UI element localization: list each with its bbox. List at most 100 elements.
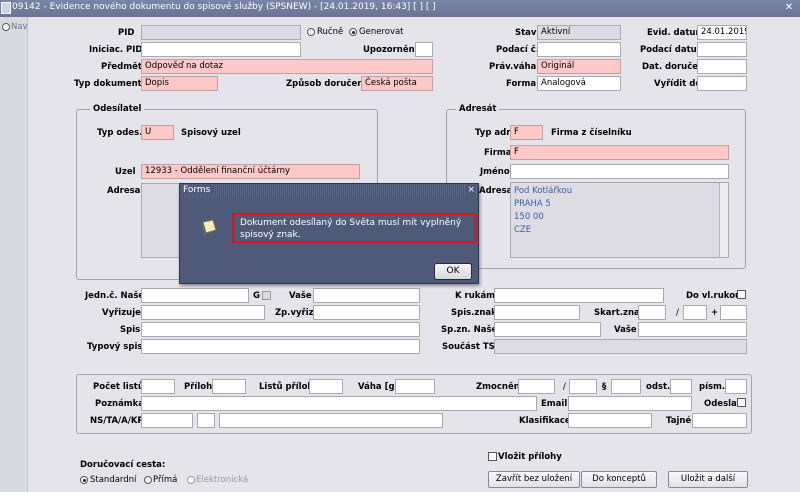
odeslat-checkbox[interactable] xyxy=(737,398,746,407)
pism-field[interactable] xyxy=(725,379,747,394)
zmocneni-field[interactable] xyxy=(518,379,555,394)
g-label: G xyxy=(253,291,260,301)
spis-znak-field[interactable] xyxy=(494,305,580,320)
g-checkbox[interactable] xyxy=(262,291,271,300)
nav-strip: Nav xyxy=(0,17,28,492)
sp-zn-vase-field[interactable] xyxy=(638,322,747,337)
paragraph-field[interactable] xyxy=(611,379,641,394)
poznamka-field[interactable] xyxy=(141,396,537,411)
priloh-field[interactable] xyxy=(212,379,246,394)
ta-field[interactable] xyxy=(197,413,215,428)
do-konceptu-button[interactable]: Do konceptů xyxy=(581,471,657,488)
standardni-radio[interactable] xyxy=(80,476,88,484)
stav-label: Stav xyxy=(515,28,537,38)
typ-dokumentu-field[interactable]: Dopis xyxy=(141,76,218,91)
evid-datum-field[interactable]: 24.01.2019 xyxy=(697,25,747,40)
app-icon xyxy=(1,2,11,14)
a-kp-field[interactable] xyxy=(219,413,443,428)
vyrizuje-field[interactable] xyxy=(141,305,265,320)
podaci-datum-label: Podací datum xyxy=(640,45,706,55)
rucne-label: Ručně xyxy=(317,27,344,37)
podaci-datum-field[interactable] xyxy=(697,42,747,57)
vyridit-do-field[interactable] xyxy=(697,76,747,91)
odesilatel-adresa-label: Adresa xyxy=(107,186,141,196)
sp-zn-vase-label: Vaše xyxy=(614,325,637,335)
skart-lhuta-field[interactable] xyxy=(683,305,707,320)
k-rukam-field[interactable] xyxy=(494,288,664,303)
firma-field[interactable]: F xyxy=(510,145,729,160)
skart-znak-field[interactable] xyxy=(638,305,666,320)
nav-label[interactable]: Nav xyxy=(11,22,28,32)
uzel-field[interactable]: 12933 - Oddělení finanční účtárny xyxy=(141,164,360,179)
dat-doruceni-field[interactable] xyxy=(697,59,747,74)
evid-datum-label: Evid. datum xyxy=(647,28,705,38)
generovat-radio[interactable] xyxy=(349,28,357,36)
window-close-button[interactable]: ✕ xyxy=(782,1,796,14)
upozorneni-field[interactable] xyxy=(415,42,433,57)
vyridit-do-label: Vyřídit do xyxy=(654,79,702,89)
sp-zn-nase-field[interactable] xyxy=(494,322,601,337)
zmocneni-rok-field[interactable] xyxy=(569,379,597,394)
adresat-adresa-label: Adresa xyxy=(479,186,513,196)
klasifikace-field[interactable] xyxy=(568,413,652,428)
vlozit-prilohy-label: Vložit přílohy xyxy=(498,452,562,462)
adresa-line: 150 00 xyxy=(514,212,544,222)
vlozit-prilohy-checkbox[interactable] xyxy=(488,452,497,461)
stav-field[interactable]: Aktivní xyxy=(537,25,621,40)
zp-vyriz-field[interactable] xyxy=(313,305,420,320)
vase-field[interactable] xyxy=(313,288,420,303)
rucne-radio[interactable] xyxy=(307,28,315,36)
dialog-close-button[interactable]: × xyxy=(466,184,476,197)
ns-field[interactable] xyxy=(141,413,193,428)
zmocneni-slash: / xyxy=(563,382,566,392)
listu-priloh-field[interactable] xyxy=(309,379,343,394)
zpusob-doruceni-field[interactable]: Česká pošta xyxy=(361,76,433,91)
zpusob-doruceni-label: Způsob doručení xyxy=(286,79,367,89)
pocet-listu-field[interactable] xyxy=(141,379,175,394)
odst-label: odst. xyxy=(646,382,671,392)
skart-slash: / xyxy=(676,308,679,318)
soucast-ts-field[interactable] xyxy=(494,339,747,354)
zp-vyriz-label: Zp.vyřiz. xyxy=(275,308,317,318)
prima-label: Přímá xyxy=(153,475,178,485)
skart-plus-field[interactable] xyxy=(720,305,747,320)
listu-priloh-label: Listů příloh xyxy=(259,382,314,392)
nav-radio[interactable] xyxy=(2,23,10,31)
iniciac-pid-field[interactable] xyxy=(141,42,301,57)
forms-dialog: Forms × Dokument odesílaný do Světa musí… xyxy=(179,183,479,284)
zavrit-bez-ulozeni-button[interactable]: Zavřít bez uložení xyxy=(488,471,580,488)
prima-radio[interactable] xyxy=(144,476,152,484)
vaha-field[interactable] xyxy=(395,379,435,394)
odeslat-label: Odeslat xyxy=(704,399,741,409)
do-vl-rukou-checkbox[interactable] xyxy=(737,290,746,299)
spis-field[interactable] xyxy=(141,322,420,337)
podaci-c-label: Podací č. xyxy=(496,45,540,55)
elektronicka-radio[interactable] xyxy=(187,476,195,484)
email-field[interactable] xyxy=(568,396,692,411)
prav-vaha-field[interactable]: Originál xyxy=(537,59,621,74)
adresa-scrollbar[interactable] xyxy=(719,183,728,257)
ok-button[interactable]: OK xyxy=(434,263,472,280)
generovat-label: Generovat xyxy=(359,27,404,37)
typovy-spis-field[interactable] xyxy=(141,339,420,354)
poznamka-label: Poznámka xyxy=(95,399,145,409)
typ-odes-label: Typ odes. xyxy=(97,128,143,138)
typ-adr-field[interactable]: F xyxy=(510,125,543,140)
typ-odes-field[interactable]: U xyxy=(141,125,174,140)
typ-dokumentu-label: Typ dokumentu xyxy=(74,79,148,89)
ulozit-a-dalsi-button[interactable]: Uložit a další xyxy=(668,471,748,488)
forma-field[interactable]: Analogová xyxy=(537,76,621,91)
podaci-c-field[interactable] xyxy=(537,42,621,57)
jedn-c-nase-field[interactable] xyxy=(141,288,249,303)
predmet-field[interactable]: Odpověď na dotaz xyxy=(141,59,433,74)
odst-field[interactable] xyxy=(670,379,692,394)
adresa-line: PRAHA 5 xyxy=(514,199,551,209)
tajne-field[interactable] xyxy=(692,413,747,428)
pid-field[interactable] xyxy=(141,25,301,40)
adresat-adresa-field[interactable]: Pod Kotlářkou PRAHA 5 150 00 CZE xyxy=(510,182,729,258)
odesilatel-adresa-field[interactable] xyxy=(141,183,181,258)
jmeno-field[interactable] xyxy=(510,164,729,179)
jedn-c-nase-label: Jedn.č. Naše xyxy=(85,291,145,301)
elektronicka-label: Elektronická xyxy=(196,475,249,485)
email-label: Email xyxy=(541,399,568,409)
